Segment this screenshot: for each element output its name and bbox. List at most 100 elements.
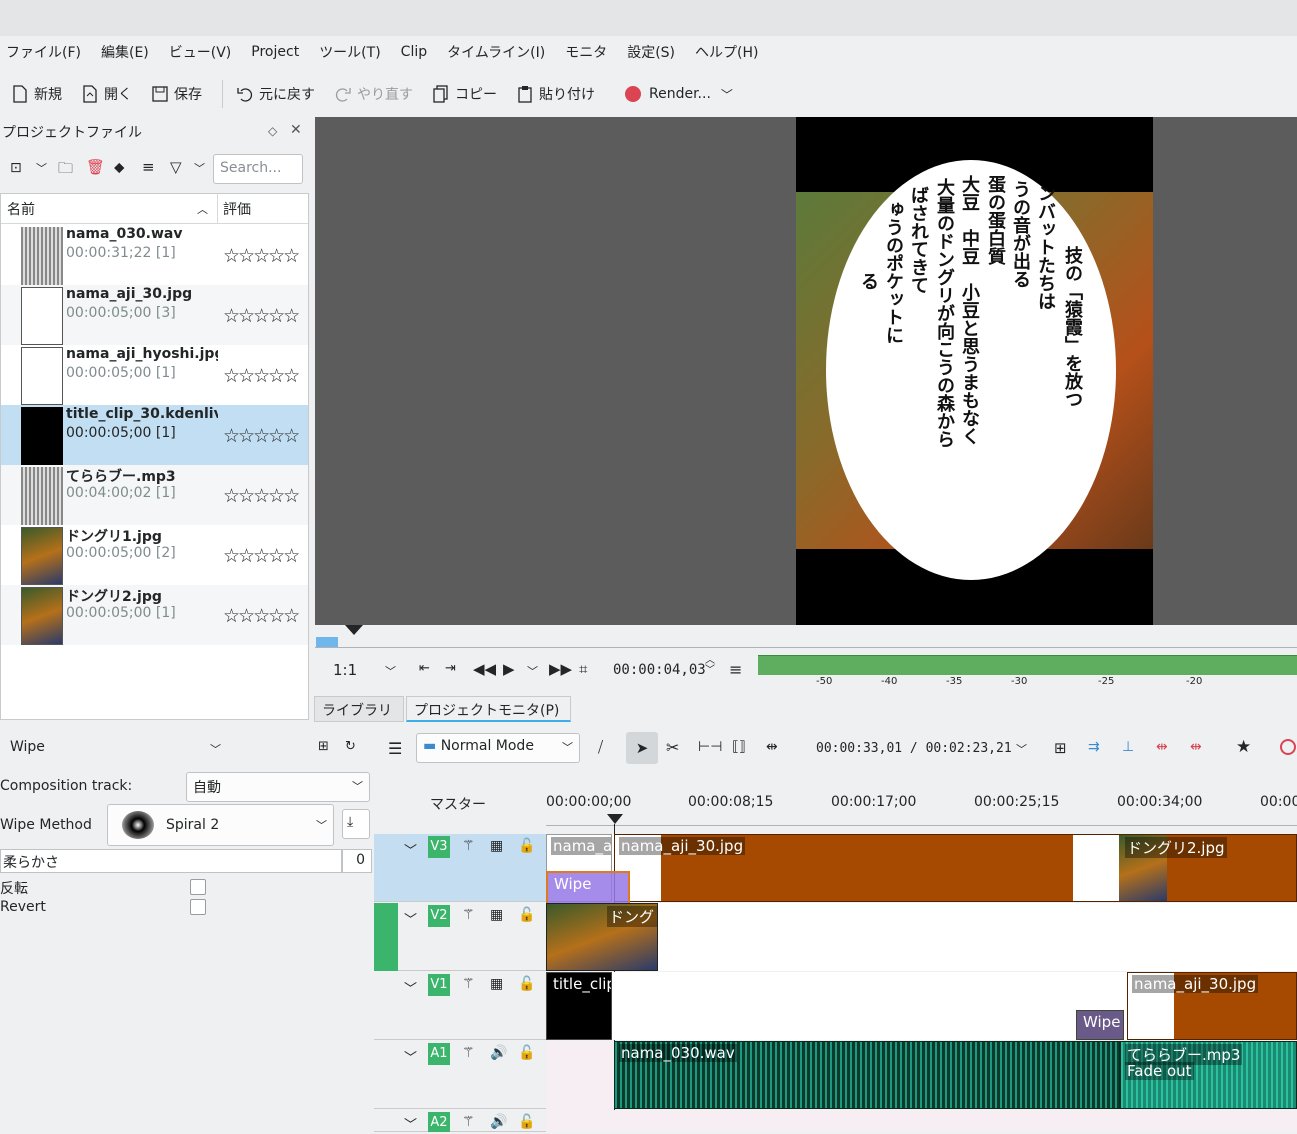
wipe-composition[interactable]: Wipe	[1076, 1010, 1124, 1040]
effects-wand-icon[interactable]: ⚚	[462, 1045, 475, 1061]
undo-button[interactable]: 元に戻す	[237, 84, 315, 104]
delete-icon[interactable]: 🗑	[86, 158, 105, 176]
list-item[interactable]: てららブー.mp3 00:04:00;02 [1] ☆☆☆☆☆	[1, 465, 308, 525]
tab-project-monitor[interactable]: プロジェクトモニタ(P)	[406, 696, 571, 722]
timeline-settings-icon[interactable]: ☰	[388, 739, 402, 758]
paste-button[interactable]: 貼り付け	[517, 84, 595, 104]
track-collapse-icon[interactable]: ﹀	[404, 909, 417, 928]
add-clip-icon[interactable]: ⊡	[10, 160, 22, 176]
list-item[interactable]: nama_aji_30.jpg 00:00:05;00 [3] ☆☆☆☆☆	[1, 285, 308, 345]
reset-icon[interactable]: ↻	[345, 739, 356, 754]
menu-timeline[interactable]: タイムライン(I)	[447, 42, 545, 62]
extract-icon[interactable]: ⇹	[1156, 739, 1168, 755]
play-icon[interactable]: ▶	[503, 660, 515, 678]
rating-stars[interactable]: ☆☆☆☆☆	[223, 545, 300, 567]
rating-stars[interactable]: ☆☆☆☆☆	[223, 485, 300, 507]
composition-track-select[interactable]: 自動 ﹀	[186, 772, 370, 802]
download-icon[interactable]: ⤓	[342, 809, 370, 839]
track-collapse-icon[interactable]: ﹀	[404, 840, 417, 859]
rating-stars[interactable]: ☆☆☆☆☆	[223, 425, 300, 447]
track-collapse-icon[interactable]: ﹀	[404, 978, 417, 997]
menu-settings[interactable]: 設定(S)	[627, 42, 675, 62]
list-item[interactable]: title_clip_30.kdenlivet 00:00:05;00 [1] …	[1, 405, 308, 465]
column-rating-header[interactable]: 評価	[223, 199, 251, 219]
razor-tool-icon[interactable]: ✂	[666, 738, 679, 757]
effects-wand-icon[interactable]: ⚚	[462, 838, 475, 854]
spacer-tool-icon[interactable]: ⊢⊣	[698, 739, 722, 755]
chevron-down-icon[interactable]: ﹀	[385, 663, 396, 679]
tag-icon[interactable]: ⬥	[114, 158, 125, 176]
timeline-clip[interactable]: ドングリ1.jpg	[546, 903, 658, 971]
invert-checkbox[interactable]	[190, 879, 206, 895]
list-item[interactable]: ドングリ1.jpg 00:00:05;00 [2] ☆☆☆☆☆	[1, 525, 308, 585]
track-collapse-icon[interactable]: ﹀	[404, 1114, 417, 1133]
playhead-icon[interactable]	[345, 625, 363, 635]
menu-file[interactable]: ファイル(F)	[6, 42, 81, 62]
record-icon[interactable]	[1280, 739, 1296, 755]
snap-icon[interactable]: ⧸	[598, 738, 603, 756]
favorite-star-icon[interactable]: ★	[1236, 737, 1251, 757]
menu-clip[interactable]: Clip	[401, 44, 427, 60]
redo-button[interactable]: やり直す	[335, 84, 413, 104]
folder-icon[interactable]: 🗀	[58, 158, 73, 183]
tab-library[interactable]: ライブラリ	[314, 696, 404, 722]
speaker-icon[interactable]: 🔊	[490, 1045, 507, 1061]
list-item[interactable]: nama_aji_hyoshi.jpg 00:00:05;00 [1] ☆☆☆☆…	[1, 345, 308, 405]
forward-icon[interactable]: ▶▶	[549, 660, 572, 678]
film-icon[interactable]: ▦	[490, 976, 503, 992]
effects-wand-icon[interactable]: ⚚	[462, 1114, 475, 1130]
chevron-down-icon[interactable]: ﹀	[527, 663, 538, 679]
render-button[interactable]: Render... ﹀	[625, 86, 733, 103]
effects-wand-icon[interactable]: ⚚	[462, 976, 475, 992]
menu-help[interactable]: ヘルプ(H)	[695, 42, 758, 62]
ripple-tool-icon[interactable]: ⟦⟧	[732, 739, 746, 755]
rating-stars[interactable]: ☆☆☆☆☆	[223, 245, 300, 267]
timeline-clip[interactable]: nama_030.wav	[614, 1041, 1120, 1109]
set-out-point-icon[interactable]: ⇥	[445, 661, 456, 676]
lock-icon[interactable]: 🔓	[518, 838, 535, 854]
timeline-clip[interactable]: title_clip	[546, 972, 612, 1040]
speaker-icon[interactable]: 🔊	[490, 1114, 507, 1130]
softness-value[interactable]: 0	[342, 849, 372, 873]
copy-button[interactable]: コピー	[433, 84, 497, 104]
project-search-input[interactable]: Search...	[213, 154, 303, 184]
lock-icon[interactable]: 🔓	[518, 1114, 535, 1130]
chevron-down-icon[interactable]: ﹀	[210, 741, 221, 757]
multitrack-icon[interactable]: ⊞	[1054, 739, 1067, 757]
edit-mode-select[interactable]: ▬ Normal Mode ﹀	[416, 733, 580, 763]
timeline-ruler[interactable]: 00:00:00;00 00:00:08;15 00:00:17;00 00:0…	[546, 794, 1297, 826]
lock-icon[interactable]: 🔓	[518, 1045, 535, 1061]
timeline-clip[interactable]: てららブー.mp3 Fade out	[1120, 1041, 1297, 1109]
film-icon[interactable]: ▦	[490, 838, 503, 854]
rating-stars[interactable]: ☆☆☆☆☆	[223, 365, 300, 387]
revert-checkbox[interactable]	[190, 899, 206, 915]
menu-monitor[interactable]: モニタ	[565, 42, 607, 62]
wipe-method-select[interactable]: Spiral 2 ﹀	[107, 804, 334, 846]
rewind-icon[interactable]: ◀◀	[473, 660, 496, 678]
slip-tool-icon[interactable]: ⇹	[766, 739, 778, 755]
timeline-clip[interactable]: nama_aji_30.jpg ドングリ2.jpg	[614, 834, 1297, 902]
timeline-playhead-icon[interactable]	[607, 814, 623, 824]
menu-view[interactable]: ビュー(V)	[169, 42, 232, 62]
menu-edit[interactable]: 編集(E)	[101, 42, 149, 62]
save-preset-icon[interactable]: ⊞	[318, 739, 329, 754]
list-item[interactable]: nama_030.wav 00:00:31;22 [1] ☆☆☆☆☆	[1, 225, 308, 285]
rating-stars[interactable]: ☆☆☆☆☆	[223, 305, 300, 327]
chevron-down-icon[interactable]: ﹀	[36, 160, 47, 176]
open-button[interactable]: 開く	[82, 84, 132, 104]
zoom-select[interactable]: 1:1	[333, 661, 357, 679]
list-item[interactable]: ドングリ2.jpg 00:00:05;00 [1] ☆☆☆☆☆	[1, 585, 308, 645]
monitor-ruler[interactable]	[315, 625, 1297, 655]
chevron-down-icon[interactable]: ﹀	[1016, 741, 1027, 757]
close-panel-icon[interactable]: ✕	[290, 122, 302, 138]
track-collapse-icon[interactable]: ﹀	[404, 1047, 417, 1066]
menu-tools[interactable]: ツール(T)	[319, 42, 380, 62]
float-panel-icon[interactable]: ◇	[268, 124, 277, 138]
filter-icon[interactable]: ▽	[170, 158, 182, 176]
menu-project[interactable]: Project	[251, 44, 299, 60]
new-button[interactable]: 新規	[12, 84, 62, 104]
softness-slider[interactable]: 柔らかさ	[0, 849, 342, 873]
set-in-point-icon[interactable]: ⇤	[419, 661, 430, 676]
timecode-spinner-icon[interactable]: ︿ ﹀	[705, 656, 715, 676]
lift-icon[interactable]: ⇹	[1190, 739, 1202, 755]
